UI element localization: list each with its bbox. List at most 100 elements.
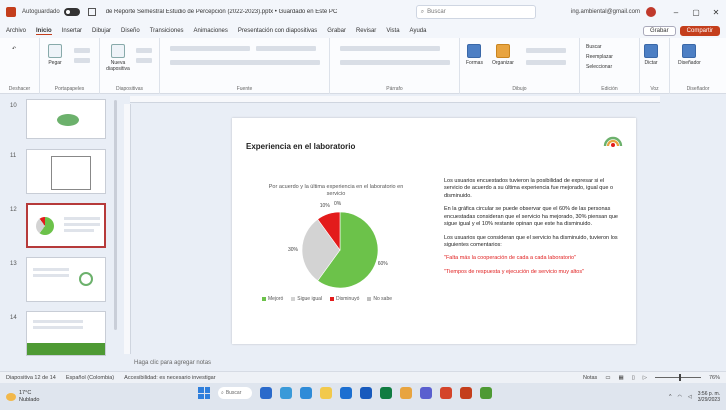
search-icon: ⌕ <box>420 8 425 15</box>
designer-icon <box>682 44 697 58</box>
autosave-toggle[interactable] <box>63 8 80 16</box>
designer-label: Diseñador <box>678 60 701 66</box>
app-icon[interactable] <box>480 387 492 399</box>
paste-icon <box>48 44 62 58</box>
maximize-icon[interactable]: ▢ <box>686 8 706 17</box>
thumb-number: 10 <box>10 103 17 109</box>
language-indicator[interactable]: Español (Colombia) <box>66 375 114 381</box>
find-button[interactable]: Buscar <box>586 44 602 50</box>
thumbnail-slide-11[interactable] <box>26 149 106 194</box>
new-slide-button[interactable]: Nueva diapositiva <box>106 44 130 72</box>
windows-start-icon[interactable] <box>198 387 210 399</box>
teams-icon[interactable] <box>420 387 432 399</box>
tab-animaciones[interactable]: Animaciones <box>194 28 228 34</box>
tab-transiciones[interactable]: Transiciones <box>150 28 184 34</box>
arrange-button[interactable]: Organizar <box>492 44 514 66</box>
slideshow-icon[interactable]: ▷ <box>643 375 647 381</box>
group-editing: Buscar Reemplazar Seleccionar Edición <box>580 38 640 94</box>
find-label: Buscar <box>586 44 602 50</box>
pie-chart[interactable] <box>300 210 380 290</box>
group-clipboard-label: Portapapeles <box>54 86 85 92</box>
word-icon[interactable] <box>360 387 372 399</box>
horizontal-ruler <box>130 96 660 103</box>
shapes-button[interactable]: Formas <box>466 44 483 66</box>
slide-thumbnails-pane: 10 11 12 13 14 <box>0 95 118 361</box>
replace-button[interactable]: Reemplazar <box>586 54 613 60</box>
clock[interactable]: 3:56 p. m. 3/29/2023 <box>698 391 720 403</box>
taskbar-search[interactable]: ⌕ Buscar <box>218 387 252 399</box>
reading-view-icon[interactable]: ▯ <box>632 375 635 381</box>
user-avatar[interactable] <box>646 7 656 17</box>
slide-title[interactable]: Experiencia en el laboratorio <box>246 142 355 151</box>
tab-insertar[interactable]: Insertar <box>62 28 82 34</box>
tab-archivo[interactable]: Archivo <box>6 28 26 34</box>
zoom-slider-knob[interactable] <box>678 374 681 381</box>
paste-label: Pegar <box>48 60 62 66</box>
current-slide[interactable]: Experiencia en el laboratorio Por acuerd… <box>232 118 636 344</box>
thumbnails-scrollbar[interactable] <box>114 100 117 330</box>
new-slide-label: Nueva diapositiva <box>106 60 130 72</box>
thumbnail-slide-14[interactable] <box>26 311 106 356</box>
zoom-level[interactable]: 76% <box>709 375 720 381</box>
dictate-button[interactable]: Dictar <box>644 44 658 66</box>
zoom-slider[interactable] <box>654 374 701 381</box>
sorter-view-icon[interactable]: ▦ <box>619 375 624 381</box>
notes-button[interactable]: Notas <box>583 375 597 381</box>
compartir-button[interactable]: Compartir <box>679 26 720 36</box>
quote-2: "Tiempos de respuesta y ejecución de ser… <box>444 268 585 275</box>
task-view-icon[interactable] <box>260 387 272 399</box>
thumbnail-slide-13[interactable] <box>26 257 106 302</box>
weather-temp: 17°C <box>19 389 32 396</box>
minimize-icon[interactable]: – <box>666 8 686 17</box>
slide-text-block[interactable]: Los usuarios encuestados tuvieron la pos… <box>444 178 620 282</box>
store-icon[interactable] <box>340 387 352 399</box>
grabar-button[interactable]: Grabar <box>642 26 676 36</box>
weather-widget[interactable]: 17°C Nublado <box>0 390 40 403</box>
group-drawing: Formas Organizar Dibujo <box>460 38 580 94</box>
chart-title: Por acuerdo y la última experiencia en e… <box>268 184 404 197</box>
ribbon-tabs: Archivo Inicio Insertar Dibujar Diseño T… <box>0 24 726 38</box>
paste-button[interactable]: Pegar <box>48 44 62 66</box>
tab-vista[interactable]: Vista <box>386 28 399 34</box>
powerpoint-icon[interactable] <box>460 387 472 399</box>
group-undo: ↶ Deshacer <box>0 38 40 94</box>
pie-data-label: 10% <box>319 203 330 210</box>
chrome-icon[interactable] <box>440 387 452 399</box>
close-icon[interactable]: ✕ <box>706 8 726 17</box>
file-explorer-icon[interactable] <box>320 387 332 399</box>
cloud-sun-icon <box>6 392 16 401</box>
chat-icon[interactable] <box>280 387 292 399</box>
chart-legend: Mejoró Sigue igual Disminuyó No sabe <box>262 296 392 302</box>
pie-data-label: 60% <box>377 261 388 268</box>
tab-inicio[interactable]: Inicio <box>36 28 52 35</box>
pie-data-label: 0% <box>334 201 342 207</box>
thumbnail-slide-10[interactable] <box>26 99 106 139</box>
accessibility-indicator[interactable]: Accesibilidad: es necesario investigar <box>124 375 215 381</box>
undo-icon[interactable]: ↶ <box>12 46 16 52</box>
tab-dibujar[interactable]: Dibujar <box>92 28 111 34</box>
chevron-up-icon[interactable]: ^ <box>669 394 671 400</box>
group-font-label: Fuente <box>236 86 253 92</box>
tab-diseno[interactable]: Diseño <box>121 28 140 34</box>
select-button[interactable]: Seleccionar <box>586 64 612 70</box>
tab-revisar[interactable]: Revisar <box>356 28 376 34</box>
notes-placeholder[interactable]: Haga clic para agregar notas <box>120 356 726 370</box>
save-icon[interactable] <box>87 8 96 16</box>
weather-desc: Nublado <box>19 396 40 403</box>
thumbnail-slide-12[interactable] <box>26 203 106 248</box>
clock-date: 3/29/2023 <box>697 396 720 403</box>
edge-icon[interactable] <box>300 387 312 399</box>
normal-view-icon[interactable]: ▭ <box>605 375 610 381</box>
tab-ayuda[interactable]: Ayuda <box>410 28 427 34</box>
tab-presentacion[interactable]: Presentación con diapositivas <box>238 28 317 34</box>
user-email[interactable]: ing.ambiental@gmail.com <box>571 9 640 15</box>
tab-grabar[interactable]: Grabar <box>327 28 346 34</box>
app-icon[interactable] <box>400 387 412 399</box>
excel-icon[interactable] <box>380 387 392 399</box>
volume-icon[interactable]: ◁ <box>688 394 692 400</box>
wifi-icon[interactable]: ◠ <box>678 394 682 400</box>
legend-item: Mejoró <box>262 296 283 302</box>
search-box[interactable]: ⌕ Buscar <box>415 5 536 19</box>
designer-button[interactable]: Diseñador <box>678 44 701 66</box>
group-designer: Diseñador Diseñador <box>670 38 726 94</box>
